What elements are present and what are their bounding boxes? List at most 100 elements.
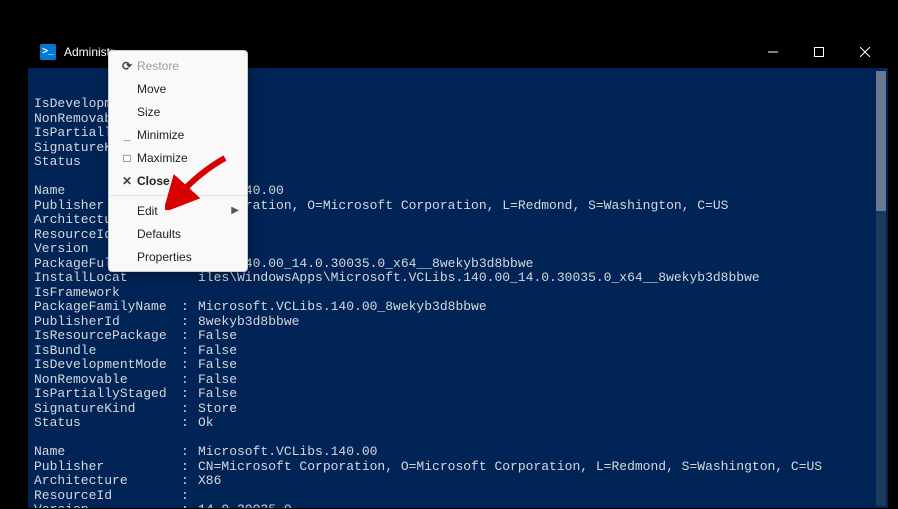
window-title: Administr: [64, 45, 114, 59]
output-row: PublisherId: 8wekyb3d8bbwe: [34, 315, 882, 330]
blank-line: [34, 431, 882, 446]
property-value: Microsoft.VCLibs.140.00_8wekyb3d8bbwe: [198, 300, 487, 315]
output-row: IsPartiallyStaged: False: [34, 387, 882, 402]
property-value: iles\WindowsApps\Microsoft.VCLibs.140.00…: [198, 271, 760, 286]
menu-item-move[interactable]: Move: [109, 77, 247, 100]
property-value: False: [198, 329, 237, 344]
colon: :: [181, 387, 198, 402]
property-key: SignatureKind: [34, 402, 181, 417]
output-row: PackageFamilyName: Microsoft.VCLibs.140.…: [34, 300, 882, 315]
colon: :: [181, 460, 198, 475]
property-value: 8wekyb3d8bbwe: [198, 315, 299, 330]
output-row: IsDevelopmentMode: False: [34, 358, 882, 373]
close-icon: [860, 47, 870, 57]
output-row: Version: 14.0.30035.0: [34, 503, 882, 508]
output-row: IsResourcePackage: False: [34, 329, 882, 344]
property-key: ResourceId: [34, 489, 181, 504]
menu-item-label: Move: [137, 82, 239, 96]
colon: [181, 271, 198, 286]
menu-item-close[interactable]: ✕Close: [109, 169, 247, 192]
colon: :: [181, 503, 198, 508]
property-key: Name: [34, 445, 181, 460]
property-value: Store: [198, 402, 237, 417]
property-key: IsResourcePackage: [34, 329, 181, 344]
menu-item-edit[interactable]: Edit▶: [109, 199, 247, 222]
property-value: X86: [198, 474, 221, 489]
menu-item-label: Defaults: [137, 227, 239, 241]
property-value: Ok: [198, 416, 214, 431]
menu-item-label: Minimize: [137, 128, 239, 142]
menu-item-maximize[interactable]: □Maximize: [109, 146, 247, 169]
menu-item-label: Maximize: [137, 151, 239, 165]
output-row: IsFramework: [34, 286, 882, 301]
output-row: ResourceId:: [34, 489, 882, 504]
colon: :: [181, 344, 198, 359]
restore-icon: ⟳: [117, 59, 137, 73]
property-value: Microsoft.VCLibs.140.00: [198, 445, 377, 460]
output-row: Architecture: X86: [34, 474, 882, 489]
property-key: Architecture: [34, 474, 181, 489]
colon: :: [181, 315, 198, 330]
property-value: False: [198, 387, 237, 402]
menu-item-label: Edit: [137, 204, 231, 218]
colon: [181, 286, 198, 301]
property-key: IsDevelopmentMode: [34, 358, 181, 373]
menu-item-properties[interactable]: Properties: [109, 245, 247, 268]
powershell-icon: >_: [40, 44, 56, 60]
minimize-icon: [768, 47, 778, 57]
property-key: Publisher: [34, 460, 181, 475]
property-key: Version: [34, 503, 181, 508]
property-key: IsBundle: [34, 344, 181, 359]
property-key: IsPartiallyStaged: [34, 387, 181, 402]
colon: :: [181, 373, 198, 388]
property-value: CN=Microsoft Corporation, O=Microsoft Co…: [198, 460, 822, 475]
property-key: PublisherId: [34, 315, 181, 330]
menu-item-label: Properties: [137, 250, 239, 264]
property-key: NonRemovable: [34, 373, 181, 388]
menu-item-label: Close: [137, 174, 239, 188]
maximize-button[interactable]: [796, 36, 842, 68]
minimize-button[interactable]: [750, 36, 796, 68]
output-row: NonRemovable: False: [34, 373, 882, 388]
maximize-icon: [814, 47, 824, 57]
property-key: IsFramework: [34, 286, 181, 301]
property-key: PackageFamilyName: [34, 300, 181, 315]
property-key: InstallLocat: [34, 271, 181, 286]
colon: :: [181, 402, 198, 417]
property-value: 14.0.30035.0: [198, 503, 292, 508]
chevron-right-icon: ▶: [231, 205, 239, 216]
close-icon: ✕: [117, 174, 137, 188]
property-value: Libs.140.00_14.0.30035.0_x64__8wekyb3d8b…: [198, 257, 533, 272]
menu-item-defaults[interactable]: Defaults: [109, 222, 247, 245]
maximize-icon: □: [117, 151, 137, 165]
property-value: False: [198, 358, 237, 373]
property-value: False: [198, 344, 237, 359]
scrollbar-thumb[interactable]: [876, 71, 886, 211]
vertical-scrollbar[interactable]: [876, 71, 886, 506]
property-value: False: [198, 373, 237, 388]
output-row: SignatureKind: Store: [34, 402, 882, 417]
menu-item-label: Size: [137, 105, 239, 119]
colon: :: [181, 445, 198, 460]
menu-item-minimize[interactable]: _Minimize: [109, 123, 247, 146]
output-row: Publisher: CN=Microsoft Corporation, O=M…: [34, 460, 882, 475]
colon: :: [181, 329, 198, 344]
property-key: Status: [34, 416, 181, 431]
close-button[interactable]: [842, 36, 888, 68]
menu-separator: [109, 195, 247, 196]
menu-item-size[interactable]: Size: [109, 100, 247, 123]
property-value: Corporation, O=Microsoft Corporation, L=…: [198, 199, 729, 214]
colon: :: [181, 300, 198, 315]
colon: :: [181, 416, 198, 431]
colon: :: [181, 358, 198, 373]
menu-item-label: Restore: [137, 59, 239, 73]
colon: :: [181, 489, 198, 504]
minimize-icon: _: [117, 128, 137, 142]
window-controls: [750, 36, 888, 68]
menu-item-restore: ⟳Restore: [109, 54, 247, 77]
system-context-menu: ⟳RestoreMoveSize_Minimize□Maximize✕Close…: [108, 50, 248, 272]
output-row: InstallLocat iles\WindowsApps\Microsoft.V…: [34, 271, 882, 286]
output-row: Name: Microsoft.VCLibs.140.00: [34, 445, 882, 460]
output-row: IsBundle: False: [34, 344, 882, 359]
colon: :: [181, 474, 198, 489]
